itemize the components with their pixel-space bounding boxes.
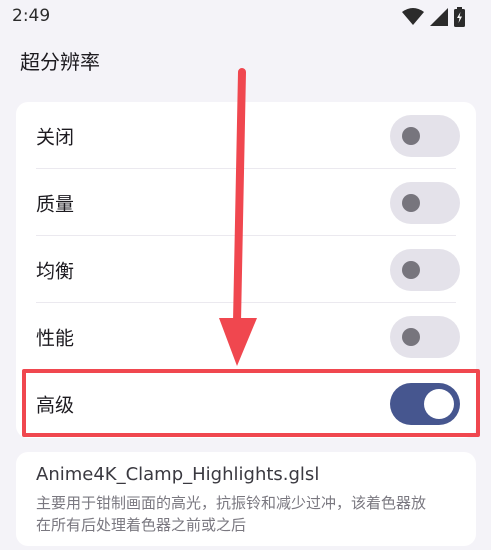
status-time: 2:49: [12, 6, 51, 26]
option-label: 均衡: [36, 260, 75, 282]
option-row-quality[interactable]: 质量: [16, 169, 476, 236]
option-label: 关闭: [36, 126, 75, 148]
toggle-switch-advanced[interactable]: [390, 382, 460, 425]
options-card: 关闭 质量 均衡 性能 高级: [16, 102, 476, 438]
option-label: 高级: [36, 394, 75, 416]
toggle-knob: [402, 327, 420, 346]
status-icons: [402, 7, 465, 27]
option-label: 质量: [36, 193, 75, 215]
shader-info-card: Anime4K_Clamp_Highlights.glsl 主要用于钳制画面的高…: [16, 452, 476, 546]
cellular-signal-icon: [430, 8, 448, 26]
toggle-knob: [402, 193, 420, 212]
toggle-switch-balanced[interactable]: [390, 248, 460, 291]
toggle-switch-quality[interactable]: [390, 181, 460, 224]
battery-charging-icon: [454, 7, 465, 27]
option-row-advanced[interactable]: 高级: [16, 370, 476, 437]
toggle-switch-performance[interactable]: [390, 315, 460, 358]
option-label: 性能: [36, 327, 75, 349]
toggle-switch-off[interactable]: [390, 114, 460, 157]
section-title: 超分辨率: [20, 50, 100, 74]
status-bar: 2:49: [0, 0, 491, 34]
toggle-knob: [402, 126, 420, 145]
toggle-knob: [402, 260, 420, 279]
option-row-performance[interactable]: 性能: [16, 303, 476, 370]
shader-filename: Anime4K_Clamp_Highlights.glsl: [36, 464, 320, 485]
option-row-off[interactable]: 关闭: [16, 102, 476, 169]
option-row-balanced[interactable]: 均衡: [16, 236, 476, 303]
toggle-knob: [424, 388, 454, 419]
shader-description: 主要用于钳制画面的高光，抗振铃和减少过冲，该着色器放在所有后处理着色器之前或之后: [36, 494, 427, 534]
wifi-icon: [402, 8, 424, 25]
